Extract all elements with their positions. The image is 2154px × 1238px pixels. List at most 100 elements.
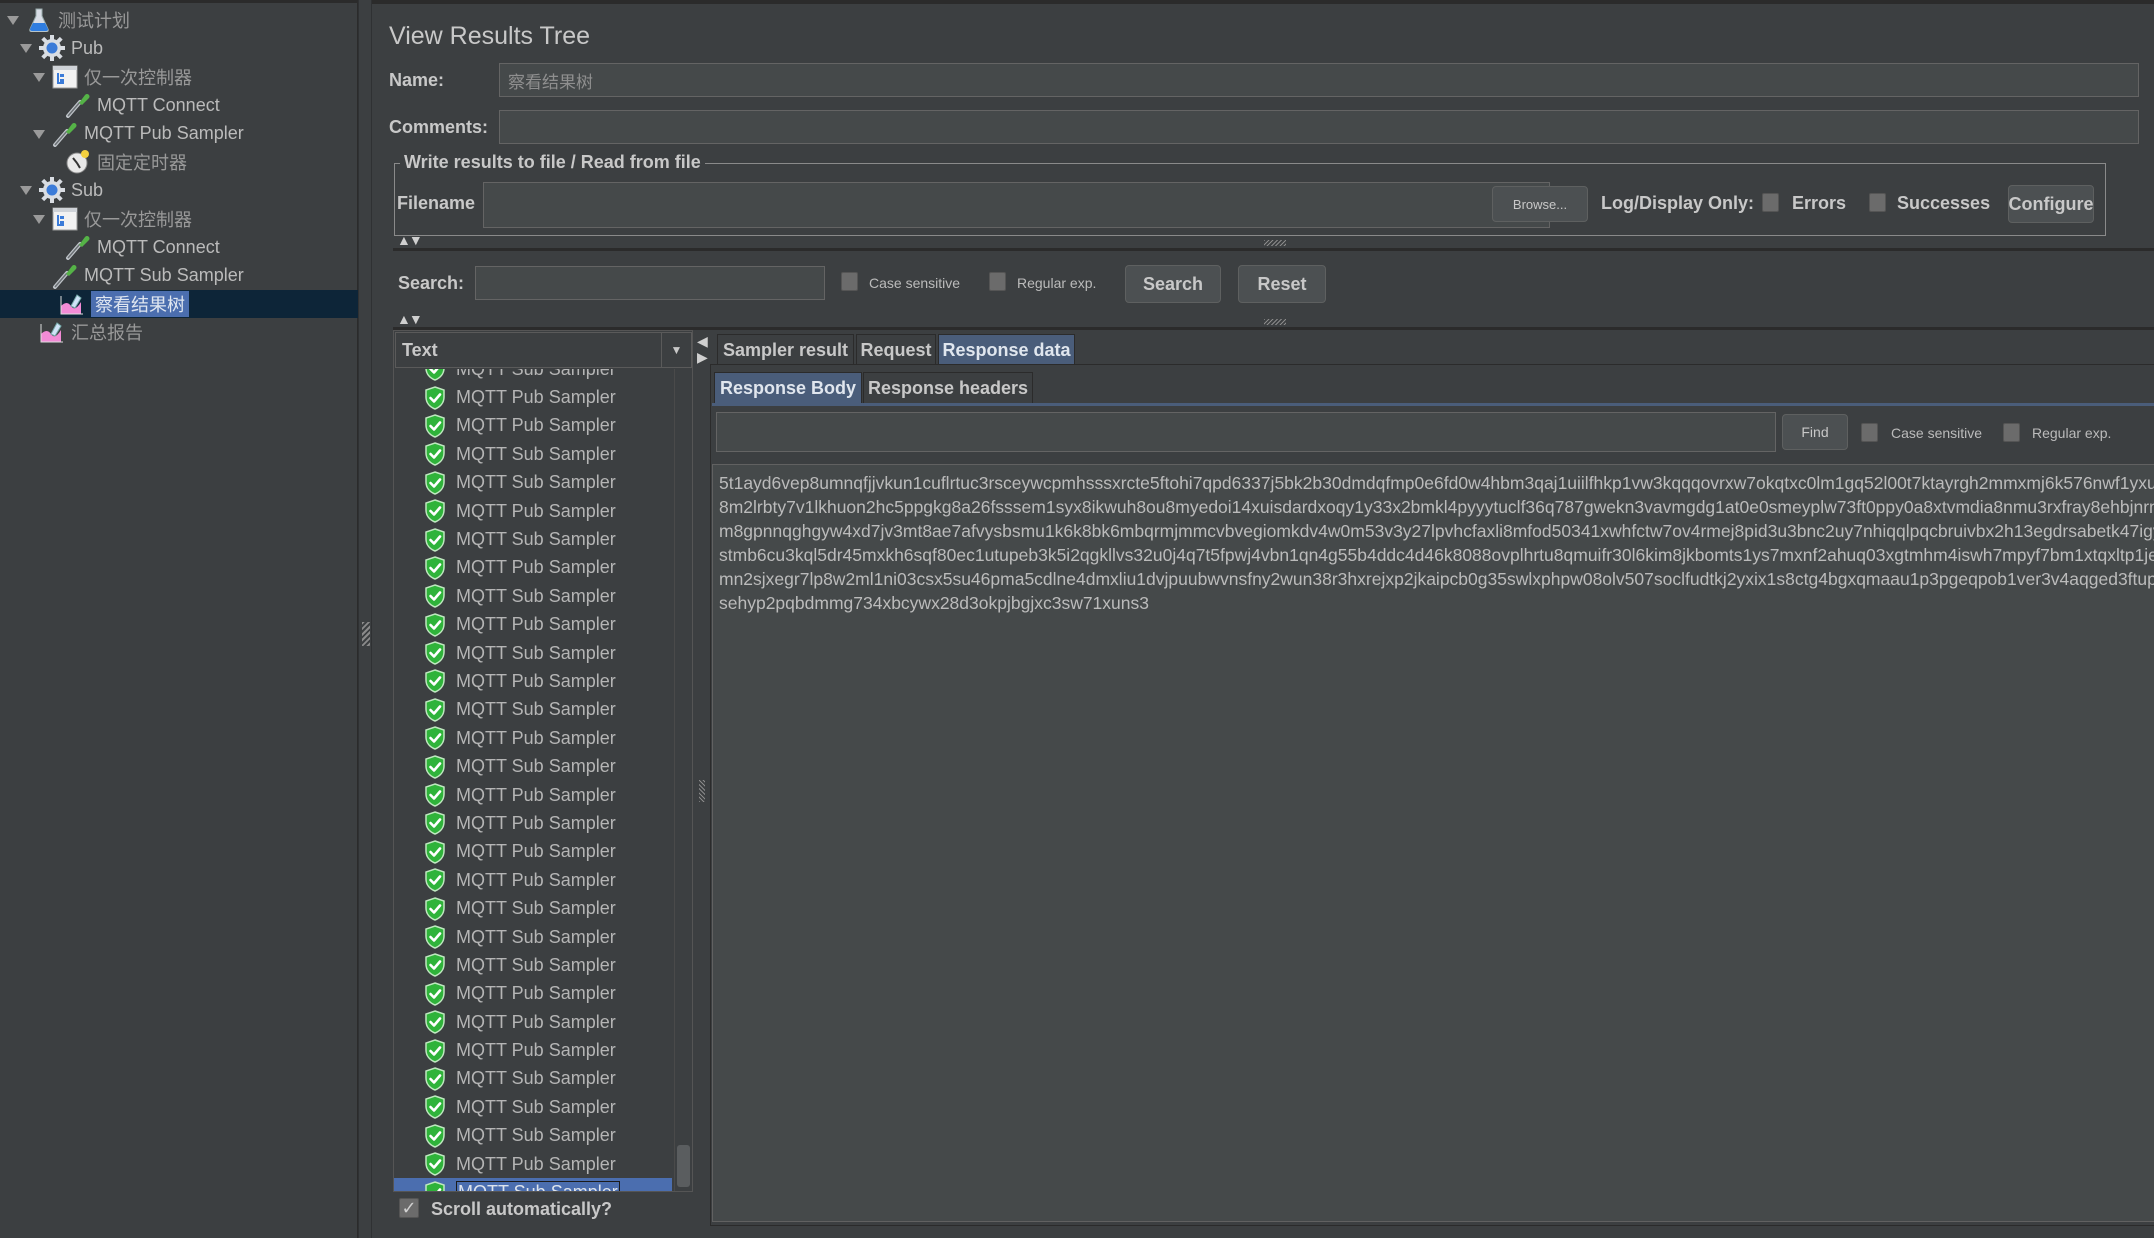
expand-triangle-icon[interactable] (32, 70, 46, 84)
results-splitter[interactable]: ◀ ▶ (693, 330, 710, 1192)
expand-triangle-icon[interactable] (6, 13, 20, 27)
test-plan-tree[interactable]: 测试计划 Pub 仅一次控制器 MQTT Connect MQTT Pub Sample… (0, 0, 358, 1238)
sample-result-row[interactable]: MQTT Sub Sampler (394, 1122, 672, 1150)
expand-collapse-arrows-icon[interactable]: ▲▼ (397, 311, 423, 327)
sample-result-row[interactable]: MQTT Sub Sampler (394, 1178, 672, 1191)
sample-result-row[interactable]: MQTT Sub Sampler (394, 1093, 672, 1121)
sample-result-row[interactable]: MQTT Pub Sampler (394, 980, 672, 1008)
tab-response-data[interactable]: Response data (938, 334, 1075, 366)
sample-result-row[interactable]: MQTT Pub Sampler (394, 1008, 672, 1036)
filename-input[interactable] (483, 182, 1550, 228)
sample-result-row[interactable]: MQTT Pub Sampler (394, 611, 672, 639)
success-shield-icon (424, 369, 446, 381)
sample-label: MQTT Pub Sampler (456, 557, 616, 578)
sample-result-row[interactable]: MQTT Sub Sampler (394, 696, 672, 724)
expand-collapse-arrows-icon[interactable]: ▲▼ (397, 232, 423, 248)
tree-node[interactable]: 固定定时器 (45, 148, 187, 176)
tree-node[interactable]: MQTT Connect (45, 233, 220, 261)
sample-label: MQTT Pub Sampler (456, 614, 616, 635)
sample-results-list[interactable]: MQTT Sub Sampler MQTT Pub Sampler MQTT Pub… (394, 369, 672, 1191)
scrollbar-thumb[interactable] (677, 1145, 690, 1187)
errors-checkbox[interactable] (1762, 193, 1779, 212)
expand-triangle-icon[interactable] (32, 127, 46, 141)
search-button[interactable]: Search (1125, 265, 1221, 303)
chevron-down-icon[interactable]: ▼ (661, 333, 691, 367)
search-case-sensitive-checkbox[interactable] (841, 272, 858, 291)
sampler-pipette-icon (65, 92, 91, 119)
tab-request[interactable]: Request (856, 334, 936, 366)
panel-top-border (372, 0, 2154, 4)
expand-triangle-icon[interactable] (32, 212, 46, 226)
splitter-grip-icon (362, 622, 370, 646)
once-only-controller-icon (52, 64, 78, 90)
thread-group-gear-icon (39, 35, 65, 62)
tree-node[interactable]: 仅一次控制器 (32, 205, 192, 233)
tab-sampler-result[interactable]: Sampler result (717, 334, 854, 366)
success-shield-icon (424, 612, 446, 637)
tree-node-label: Pub (71, 37, 104, 58)
sample-result-row[interactable]: MQTT Pub Sampler (394, 1036, 672, 1064)
successes-label: Successes (1897, 193, 1991, 213)
sample-result-row[interactable]: MQTT Sub Sampler (394, 525, 672, 553)
configure-button[interactable]: Configure (2008, 185, 2094, 223)
sample-result-row[interactable]: MQTT Pub Sampler (394, 1150, 672, 1178)
sample-result-row[interactable]: MQTT Pub Sampler (394, 383, 672, 411)
sample-result-row[interactable]: MQTT Sub Sampler (394, 923, 672, 951)
sample-result-row[interactable]: MQTT Pub Sampler (394, 809, 672, 837)
expand-triangle-icon[interactable] (19, 183, 33, 197)
sample-result-row[interactable]: MQTT Pub Sampler (394, 412, 672, 440)
find-input[interactable] (716, 412, 1776, 452)
browse-button[interactable]: Browse... (1492, 186, 1588, 222)
sample-result-row[interactable]: MQTT Sub Sampler (394, 469, 672, 497)
response-body-text[interactable]: 5t1ayd6vep8umnqfjjvkun1cuflrtuc3rsceywcp… (712, 464, 2154, 1222)
find-button[interactable]: Find (1782, 414, 1848, 450)
tree-node[interactable]: 汇总报告 (19, 318, 143, 346)
sample-result-row[interactable]: MQTT Sub Sampler (394, 369, 672, 383)
find-regex-checkbox[interactable] (2003, 423, 2020, 442)
search-label: Search: (398, 273, 465, 293)
splitter-grip-icon[interactable] (1264, 319, 1286, 325)
sample-result-row[interactable]: MQTT Pub Sampler (394, 724, 672, 752)
sample-result-row[interactable]: MQTT Pub Sampler (394, 667, 672, 695)
find-case-sensitive-checkbox[interactable] (1861, 423, 1878, 442)
sample-result-row[interactable]: MQTT Sub Sampler (394, 951, 672, 979)
sample-result-row[interactable]: MQTT Sub Sampler (394, 1065, 672, 1093)
tree-node[interactable]: 察看结果树 (0, 290, 358, 318)
sample-result-row[interactable]: MQTT Pub Sampler (394, 838, 672, 866)
sample-result-row[interactable]: MQTT Sub Sampler (394, 894, 672, 922)
search-input[interactable] (475, 266, 825, 300)
tree-node[interactable]: MQTT Pub Sampler (32, 120, 244, 148)
search-regex-checkbox[interactable] (989, 272, 1006, 291)
name-field[interactable]: 察看结果树 (499, 63, 2139, 97)
comments-field[interactable] (499, 110, 2139, 144)
sample-result-row[interactable]: MQTT Pub Sampler (394, 781, 672, 809)
successes-checkbox[interactable] (1869, 193, 1886, 212)
sample-result-row[interactable]: MQTT Pub Sampler (394, 554, 672, 582)
reset-button[interactable]: Reset (1238, 265, 1326, 303)
sample-label: MQTT Pub Sampler (456, 1153, 616, 1174)
tree-splitter[interactable] (358, 0, 372, 1238)
tree-node[interactable]: MQTT Sub Sampler (32, 262, 244, 290)
timer-icon (65, 149, 91, 175)
tree-node[interactable]: Sub (19, 176, 103, 204)
tree-node[interactable]: 测试计划 (6, 6, 130, 34)
scroll-automatically-checkbox[interactable]: ✓ (399, 1198, 419, 1218)
expand-triangle-icon[interactable] (19, 41, 33, 55)
sample-result-row[interactable]: MQTT Sub Sampler (394, 639, 672, 667)
tree-node[interactable]: 仅一次控制器 (32, 63, 192, 91)
sampler-pipette-icon (52, 263, 78, 289)
sample-result-row[interactable]: MQTT Sub Sampler (394, 752, 672, 780)
subtab-response-headers[interactable]: Response headers (863, 372, 1033, 404)
splitter-grip-icon[interactable] (1264, 240, 1286, 246)
sample-result-row[interactable]: MQTT Sub Sampler (394, 582, 672, 610)
success-shield-icon (424, 442, 446, 467)
tree-node[interactable]: Pub (19, 34, 103, 62)
sample-result-row[interactable]: MQTT Pub Sampler (394, 866, 672, 894)
renderer-select[interactable]: Text ▼ (395, 332, 692, 368)
collapse-arrows-icon[interactable]: ◀ ▶ (697, 333, 708, 365)
sample-result-row[interactable]: MQTT Sub Sampler (394, 440, 672, 468)
list-scrollbar[interactable] (674, 369, 692, 1191)
tree-node[interactable]: MQTT Connect (45, 91, 220, 119)
sample-result-row[interactable]: MQTT Pub Sampler (394, 497, 672, 525)
subtab-response-body[interactable]: Response Body (714, 372, 862, 404)
